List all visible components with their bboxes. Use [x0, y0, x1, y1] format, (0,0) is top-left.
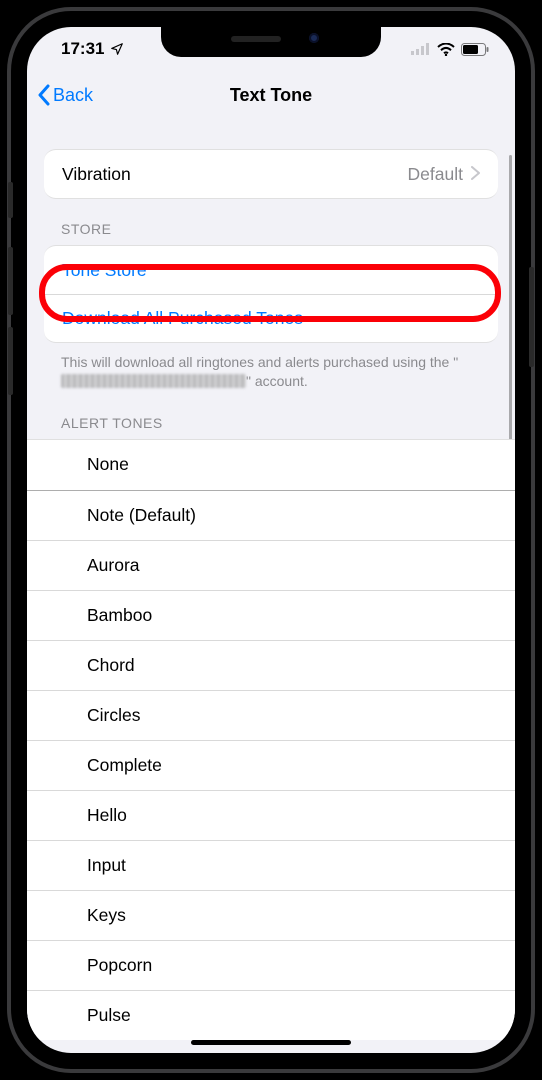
alert-tone-label: Pulse [87, 1005, 131, 1026]
tone-store-label: Tone Store [62, 260, 147, 281]
alert-tone-cell[interactable]: Keys [27, 890, 515, 940]
phone-frame: 17:31 [7, 7, 535, 1073]
vibration-group: Vibration Default [44, 149, 498, 199]
mute-switch[interactable] [8, 182, 13, 218]
alert-tones-header: ALERT TONES [27, 393, 515, 439]
alert-tone-label: Keys [87, 905, 126, 926]
store-group: Tone Store Download All Purchased Tones [44, 245, 498, 343]
alert-tone-label: Bamboo [87, 605, 152, 626]
alert-tone-cell[interactable]: Pulse [27, 990, 515, 1040]
alert-tone-cell[interactable]: Input [27, 840, 515, 890]
alert-tone-cell[interactable]: Circles [27, 690, 515, 740]
redacted-account [61, 374, 246, 388]
alert-tone-cell[interactable]: Chord [27, 640, 515, 690]
alert-tone-label: None [87, 454, 129, 475]
screen: 17:31 [27, 27, 515, 1053]
alert-tone-cell[interactable]: Bamboo [27, 590, 515, 640]
location-icon [110, 42, 124, 56]
store-footer-pre: This will download all ringtones and ale… [61, 354, 458, 370]
alert-tones-list: None Note (Default) Aurora Bamboo Chord Circl… [27, 439, 515, 1041]
alert-tone-label: Complete [87, 755, 162, 776]
notch [161, 27, 381, 57]
tone-store-cell[interactable]: Tone Store [44, 246, 498, 294]
volume-down-button[interactable] [8, 327, 13, 395]
alert-tone-label: Note (Default) [87, 505, 196, 526]
alert-tone-cell[interactable]: Popcorn [27, 940, 515, 990]
alert-tone-label: Input [87, 855, 126, 876]
alert-tone-label: Hello [87, 805, 127, 826]
store-header: STORE [27, 199, 515, 245]
alert-tone-cell[interactable]: None [27, 440, 515, 490]
chevron-left-icon [37, 84, 51, 106]
alert-tone-label: Chord [87, 655, 135, 676]
nav-bar: Back Text Tone [27, 71, 515, 119]
back-button[interactable]: Back [37, 71, 93, 119]
download-all-cell[interactable]: Download All Purchased Tones [44, 294, 498, 342]
wifi-icon [437, 43, 455, 56]
alert-tone-label: Aurora [87, 555, 140, 576]
content-scroll[interactable]: Vibration Default STORE Tone Store Downl… [27, 137, 515, 1053]
page-title: Text Tone [230, 85, 312, 106]
store-footer: This will download all ringtones and ale… [27, 343, 515, 393]
alert-tone-cell[interactable]: Note (Default) [27, 490, 515, 540]
battery-icon [461, 43, 489, 56]
power-button[interactable] [529, 267, 534, 367]
alert-tone-cell[interactable]: Hello [27, 790, 515, 840]
alert-tone-label: Popcorn [87, 955, 152, 976]
alert-tone-cell[interactable]: Aurora [27, 540, 515, 590]
cellular-icon [411, 43, 431, 55]
alert-tone-cell[interactable]: Complete [27, 740, 515, 790]
status-time: 17:31 [61, 39, 104, 59]
vibration-label: Vibration [62, 164, 131, 185]
download-all-label: Download All Purchased Tones [62, 308, 303, 329]
volume-up-button[interactable] [8, 247, 13, 315]
home-indicator[interactable] [191, 1040, 351, 1045]
vibration-cell[interactable]: Vibration Default [44, 150, 498, 198]
store-footer-post: " account. [246, 373, 308, 389]
vibration-value: Default [408, 164, 463, 185]
alert-tone-label: Circles [87, 705, 140, 726]
back-label: Back [53, 85, 93, 106]
chevron-right-icon [471, 164, 480, 185]
